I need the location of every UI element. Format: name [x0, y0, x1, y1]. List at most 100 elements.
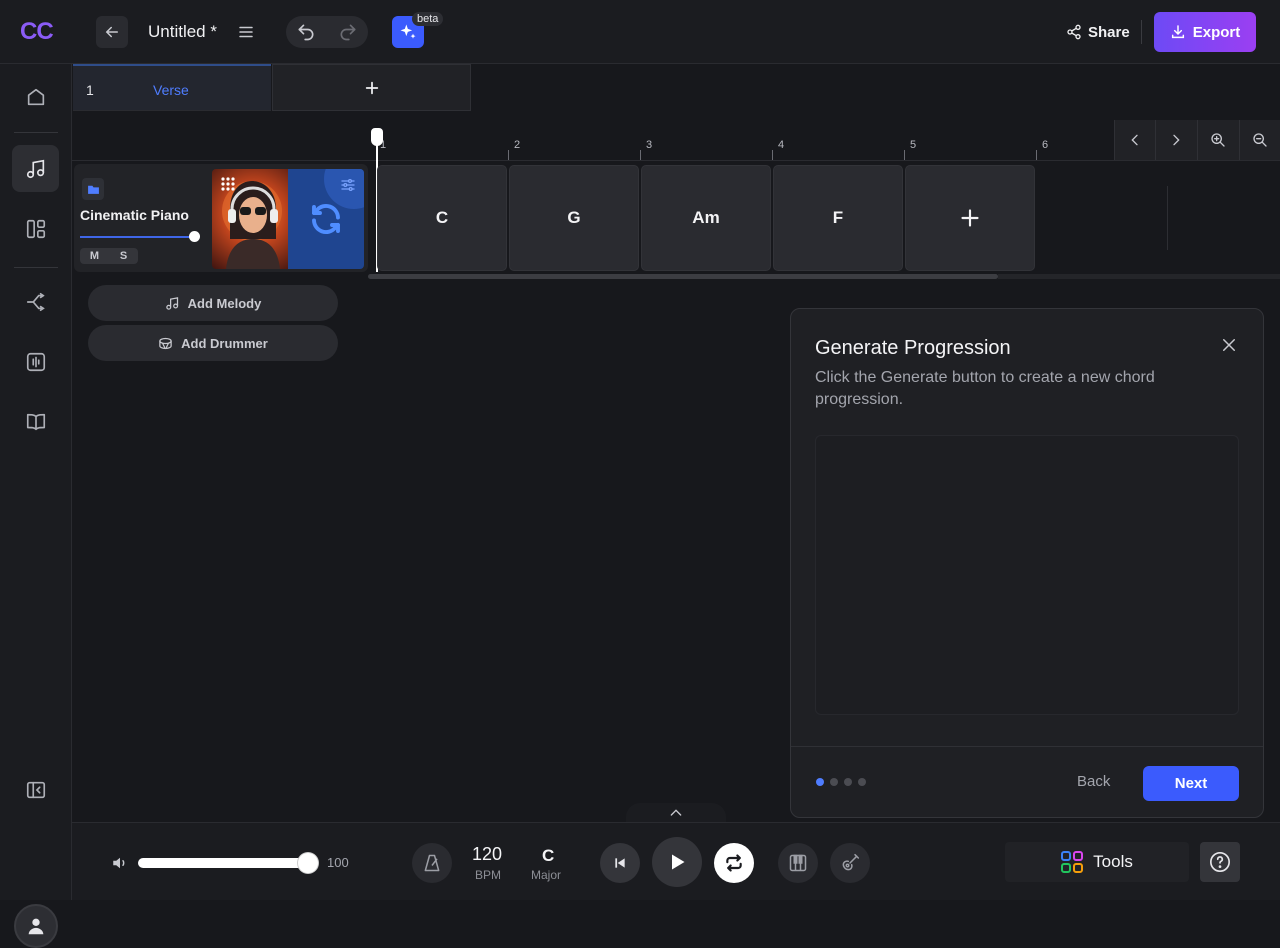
- track-volume-slider[interactable]: [80, 236, 195, 238]
- chord-block[interactable]: C: [377, 165, 507, 271]
- sidebar-item-learn[interactable]: [12, 398, 59, 445]
- menu-button[interactable]: [234, 20, 258, 44]
- chevron-left-icon: [1131, 134, 1138, 146]
- bar-tick: [508, 150, 509, 160]
- metronome-button[interactable]: [412, 843, 452, 883]
- timeline-ruler[interactable]: 1 2 3 4 5 6: [370, 124, 1116, 160]
- play-button[interactable]: [652, 837, 702, 887]
- bar-tick: [904, 150, 905, 160]
- dialog-title: Generate Progression: [815, 337, 1011, 359]
- track-header[interactable]: Cinematic Piano M S: [74, 164, 368, 272]
- mute-solo-group: M S: [80, 248, 138, 264]
- expand-panel-button[interactable]: [626, 803, 726, 823]
- track-volume-handle[interactable]: [189, 231, 200, 242]
- master-volume-slider[interactable]: [138, 858, 310, 868]
- step-indicator: [858, 778, 866, 786]
- mute-button[interactable]: M: [80, 248, 109, 264]
- folder-button[interactable]: [82, 178, 104, 200]
- download-icon: [1171, 25, 1184, 39]
- add-drummer-button[interactable]: Add Drummer: [88, 325, 338, 361]
- redo-button[interactable]: [336, 20, 360, 44]
- scroll-right-button[interactable]: [1155, 120, 1196, 160]
- sidebar-separator: [14, 132, 58, 133]
- divider: [1141, 20, 1142, 44]
- master-volume-value: 100: [327, 855, 349, 870]
- next-button[interactable]: Next: [1143, 766, 1239, 801]
- back-button[interactable]: Back: [1077, 773, 1110, 790]
- volume-button[interactable]: [110, 853, 130, 873]
- chord-block[interactable]: Am: [641, 165, 771, 271]
- chord-block[interactable]: F: [773, 165, 903, 271]
- undo-redo-group: [286, 16, 368, 48]
- share-icon: [1067, 24, 1081, 40]
- bar-tick: [772, 150, 773, 160]
- swap-instrument-button[interactable]: [288, 169, 364, 269]
- chord-block[interactable]: G: [509, 165, 639, 271]
- sidebar-item-audio[interactable]: [12, 338, 59, 385]
- add-drummer-label: Add Drummer: [181, 335, 268, 351]
- collapse-sidebar-button[interactable]: [12, 766, 59, 813]
- piano-view-button[interactable]: [778, 843, 818, 883]
- audio-wave-icon: [26, 352, 45, 371]
- timeline-end-marker: [1167, 186, 1168, 250]
- add-melody-button[interactable]: Add Melody: [88, 285, 338, 321]
- timeline-controls: [1114, 120, 1280, 160]
- instrument-menu-button[interactable]: [220, 176, 236, 192]
- tools-grid-icon: [1061, 851, 1084, 873]
- zoom-out-button[interactable]: [1239, 120, 1280, 160]
- bar-tick: [640, 150, 641, 160]
- drum-icon: [159, 337, 172, 349]
- help-icon: [1210, 852, 1230, 872]
- chevron-up-icon: [670, 809, 682, 816]
- loop-button[interactable]: [714, 843, 754, 883]
- horizontal-scrollbar[interactable]: [368, 274, 998, 279]
- bar-tick: [1036, 150, 1037, 160]
- sidebar-item-branch[interactable]: [12, 278, 59, 325]
- section-tab-verse[interactable]: 1 Verse: [73, 64, 271, 111]
- loop-icon: [726, 854, 742, 872]
- section-name: Verse: [153, 82, 189, 98]
- bpm-label: BPM: [475, 868, 502, 882]
- music-note-icon: [26, 159, 44, 178]
- bpm-value[interactable]: 120: [472, 844, 502, 865]
- redo-icon: [340, 24, 356, 41]
- master-volume-handle[interactable]: [298, 853, 318, 873]
- help-button[interactable]: [1200, 842, 1240, 882]
- key-scale-label: Major: [531, 868, 562, 882]
- undo-button[interactable]: [294, 20, 318, 44]
- solo-button[interactable]: S: [109, 248, 138, 264]
- add-section-button[interactable]: [272, 64, 471, 111]
- share-label: Share: [1088, 23, 1130, 41]
- sidebar-item-home[interactable]: [12, 73, 59, 120]
- key-value[interactable]: C: [542, 846, 554, 866]
- guitar-view-button[interactable]: [830, 843, 870, 883]
- sidebar-item-songs[interactable]: [12, 145, 59, 192]
- share-button[interactable]: Share: [1066, 20, 1130, 44]
- tools-button[interactable]: Tools: [1005, 842, 1189, 882]
- zoom-out-icon: [1253, 133, 1267, 147]
- refresh-icon: [312, 204, 340, 234]
- user-avatar[interactable]: [14, 904, 58, 948]
- close-button[interactable]: [1218, 334, 1240, 356]
- zoom-in-button[interactable]: [1197, 120, 1238, 160]
- project-title[interactable]: Untitled *: [148, 22, 217, 42]
- skip-back-button[interactable]: [600, 843, 640, 883]
- home-icon: [27, 88, 44, 105]
- book-icon: [26, 413, 45, 430]
- branch-icon: [26, 292, 45, 311]
- export-button[interactable]: Export: [1154, 12, 1256, 52]
- step-indicator: [816, 778, 824, 786]
- bar-label: 4: [778, 139, 785, 151]
- add-chord-button[interactable]: [905, 165, 1035, 271]
- grid-dots-icon: [221, 177, 235, 191]
- section-number: 1: [86, 82, 94, 98]
- bar-label: 3: [646, 139, 653, 151]
- collapse-sidebar-icon: [26, 781, 45, 798]
- app-logo[interactable]: CC: [20, 18, 54, 46]
- bar-label: 2: [514, 139, 521, 151]
- sidebar-item-layout[interactable]: [12, 205, 59, 252]
- user-icon: [28, 918, 44, 935]
- back-button[interactable]: [96, 16, 128, 48]
- dialog-divider: [791, 746, 1263, 747]
- scroll-left-button[interactable]: [1114, 120, 1155, 160]
